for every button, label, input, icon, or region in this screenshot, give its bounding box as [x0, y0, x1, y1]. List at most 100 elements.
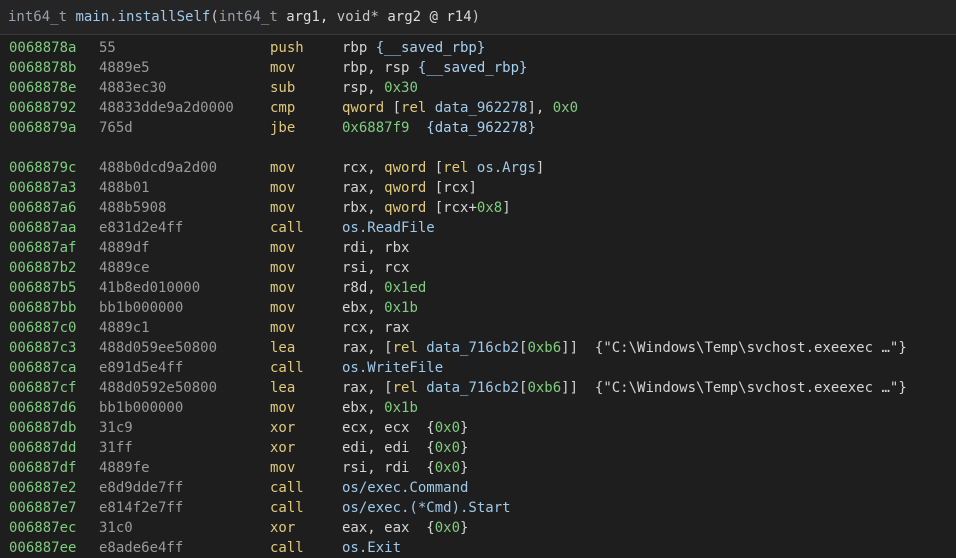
instruction-operands[interactable]: rax, [rel data_716cb2[0xb6]] {"C:\Window… [342, 378, 907, 398]
instruction-operands[interactable]: os/exec.(*Cmd).Start [342, 498, 511, 518]
operand-number[interactable]: 0x0 [435, 440, 460, 456]
operand-number[interactable]: 0x6887f9 [342, 120, 409, 136]
instruction-address[interactable]: 006887ee [9, 538, 76, 558]
instruction-operands[interactable]: rsi, rcx [342, 258, 409, 278]
instruction-address[interactable]: 0068879c [9, 158, 76, 178]
instruction-address[interactable]: 0068879a [9, 118, 76, 138]
operand-symbol[interactable]: os/exec.Command [342, 480, 468, 496]
instruction-operands[interactable]: rsp, 0x30 [342, 78, 418, 98]
instruction-address[interactable]: 0068878b [9, 58, 76, 78]
operand-number[interactable]: 0x1ed [384, 280, 426, 296]
instruction-operands[interactable]: ebx, 0x1b [342, 298, 418, 318]
operand-number[interactable]: 0x30 [384, 80, 418, 96]
instruction-mnemonic[interactable]: mov [270, 158, 295, 178]
instruction-mnemonic[interactable]: push [270, 38, 304, 58]
instruction-operands[interactable]: rax, [rel data_716cb2[0xb6]] {"C:\Window… [342, 338, 907, 358]
instruction-row[interactable]: 006887ec 31c0 xor eax, eax {0x0} [0, 518, 956, 538]
operand-symbol[interactable]: os/exec.(*Cmd).Start [342, 500, 511, 516]
instruction-row[interactable]: 006887c3 488d059ee50800 lea rax, [rel data_… [0, 338, 956, 358]
operand-number[interactable]: 0x0 [435, 520, 460, 536]
instruction-address[interactable]: 006887db [9, 418, 76, 438]
instruction-mnemonic[interactable]: mov [270, 198, 295, 218]
instruction-mnemonic[interactable]: jbe [270, 118, 295, 138]
instruction-operands[interactable]: ecx, ecx {0x0} [342, 418, 468, 438]
operand-symbol[interactable]: data_716cb2 [426, 380, 519, 396]
instruction-address[interactable]: 006887df [9, 458, 76, 478]
instruction-mnemonic[interactable]: call [270, 218, 304, 238]
instruction-mnemonic[interactable]: lea [270, 338, 295, 358]
instruction-row[interactable]: 006887db 31c9 xor ecx, ecx {0x0} [0, 418, 956, 438]
instruction-row[interactable]: 006887af 4889df mov rdi, rbx [0, 238, 956, 258]
instruction-mnemonic[interactable]: lea [270, 378, 295, 398]
instruction-row[interactable]: 006887b5 41b8ed010000 mov r8d, 0x1ed [0, 278, 956, 298]
instruction-operands[interactable]: rcx, rax [342, 318, 409, 338]
instruction-mnemonic[interactable]: mov [270, 258, 295, 278]
instruction-address[interactable]: 006887af [9, 238, 76, 258]
operand-number[interactable]: 0x1b [384, 300, 418, 316]
instruction-mnemonic[interactable]: sub [270, 78, 295, 98]
instruction-operands[interactable]: rax, qword [rcx] [342, 178, 477, 198]
instruction-row[interactable]: 00688792 48833dde9a2d0000 cmp qword [rel da… [0, 98, 956, 118]
instruction-row[interactable]: 006887bb bb1b000000 mov ebx, 0x1b [0, 298, 956, 318]
instruction-mnemonic[interactable]: mov [270, 278, 295, 298]
instruction-address[interactable]: 0068878e [9, 78, 76, 98]
instruction-operands[interactable]: ebx, 0x1b [342, 398, 418, 418]
instruction-address[interactable]: 006887e2 [9, 478, 76, 498]
instruction-row[interactable]: 006887df 4889fe mov rsi, rdi {0x0} [0, 458, 956, 478]
operand-number[interactable]: 0x0 [553, 100, 578, 116]
instruction-mnemonic[interactable]: call [270, 538, 304, 558]
instruction-address[interactable]: 006887bb [9, 298, 76, 318]
instruction-address[interactable]: 006887a6 [9, 198, 76, 218]
operand-symbol[interactable]: os.ReadFile [342, 220, 435, 236]
instruction-row[interactable]: 006887dd 31ff xor edi, edi {0x0} [0, 438, 956, 458]
instruction-address[interactable]: 006887a3 [9, 178, 76, 198]
operand-number[interactable]: 0x0 [435, 420, 460, 436]
operand-symbol[interactable]: data_962278 [435, 100, 528, 116]
instruction-row[interactable]: 006887b2 4889ce mov rsi, rcx [0, 258, 956, 278]
instruction-operands[interactable]: r8d, 0x1ed [342, 278, 426, 298]
instruction-mnemonic[interactable]: xor [270, 438, 295, 458]
instruction-row[interactable]: 0068879c 488b0dcd9a2d00 mov rcx, qword [rel… [0, 158, 956, 178]
instruction-operands[interactable]: rsi, rdi {0x0} [342, 458, 468, 478]
instruction-address[interactable]: 006887e7 [9, 498, 76, 518]
instruction-address[interactable]: 006887c3 [9, 338, 76, 358]
instruction-operands[interactable]: os.Exit [342, 538, 401, 558]
instruction-operands[interactable]: rbp, rsp {__saved_rbp} [342, 58, 527, 78]
instruction-address[interactable]: 006887ca [9, 358, 76, 378]
instruction-operands[interactable]: 0x6887f9 {data_962278} [342, 118, 536, 138]
operand-symbol[interactable]: os.WriteFile [342, 360, 443, 376]
instruction-address[interactable]: 006887b2 [9, 258, 76, 278]
instruction-operands[interactable]: rcx, qword [rel os.Args] [342, 158, 544, 178]
operand-number[interactable]: 0x8 [477, 200, 502, 216]
operand-number[interactable]: 0x0 [435, 460, 460, 476]
instruction-mnemonic[interactable]: mov [270, 458, 295, 478]
instruction-address[interactable]: 0068878a [9, 38, 76, 58]
instruction-address[interactable]: 006887dd [9, 438, 76, 458]
instruction-row[interactable]: 006887d6 bb1b000000 mov ebx, 0x1b [0, 398, 956, 418]
instruction-row[interactable]: 006887cf 488d0592e50800 lea rax, [rel data_… [0, 378, 956, 398]
instruction-operands[interactable]: os/exec.Command [342, 478, 468, 498]
instruction-row[interactable]: 006887e2 e8d9dde7ff call os/exec.Command [0, 478, 956, 498]
instruction-row[interactable]: 006887aa e831d2e4ff call os.ReadFile [0, 218, 956, 238]
instruction-row[interactable]: 006887c0 4889c1 mov rcx, rax [0, 318, 956, 338]
instruction-operands[interactable]: rdi, rbx [342, 238, 409, 258]
instruction-address[interactable]: 00688792 [9, 98, 76, 118]
instruction-address[interactable]: 006887aa [9, 218, 76, 238]
instruction-mnemonic[interactable]: mov [270, 58, 295, 78]
instruction-row[interactable]: 0068879a 765d jbe 0x6887f9 {data_962278} [0, 118, 956, 138]
instruction-mnemonic[interactable]: mov [270, 238, 295, 258]
instruction-mnemonic[interactable]: mov [270, 298, 295, 318]
instruction-row[interactable]: 0068878a 55 push rbp {__saved_rbp} [0, 38, 956, 58]
instruction-mnemonic[interactable]: call [270, 358, 304, 378]
operand-number[interactable]: 0xb6 [527, 340, 561, 356]
instruction-row[interactable]: 006887e7 e814f2e7ff call os/exec.(*Cmd).Sta… [0, 498, 956, 518]
operand-symbol[interactable]: data_716cb2 [426, 340, 519, 356]
operand-number[interactable]: 0x1b [384, 400, 418, 416]
instruction-operands[interactable]: os.ReadFile [342, 218, 435, 238]
instruction-row[interactable]: 0068878b 4889e5 mov rbp, rsp {__saved_rbp} [0, 58, 956, 78]
instruction-address[interactable]: 006887d6 [9, 398, 76, 418]
instruction-operands[interactable]: qword [rel data_962278], 0x0 [342, 98, 578, 118]
instruction-address[interactable]: 006887c0 [9, 318, 76, 338]
instruction-address[interactable]: 006887ec [9, 518, 76, 538]
param2-type[interactable]: void* [328, 9, 379, 25]
